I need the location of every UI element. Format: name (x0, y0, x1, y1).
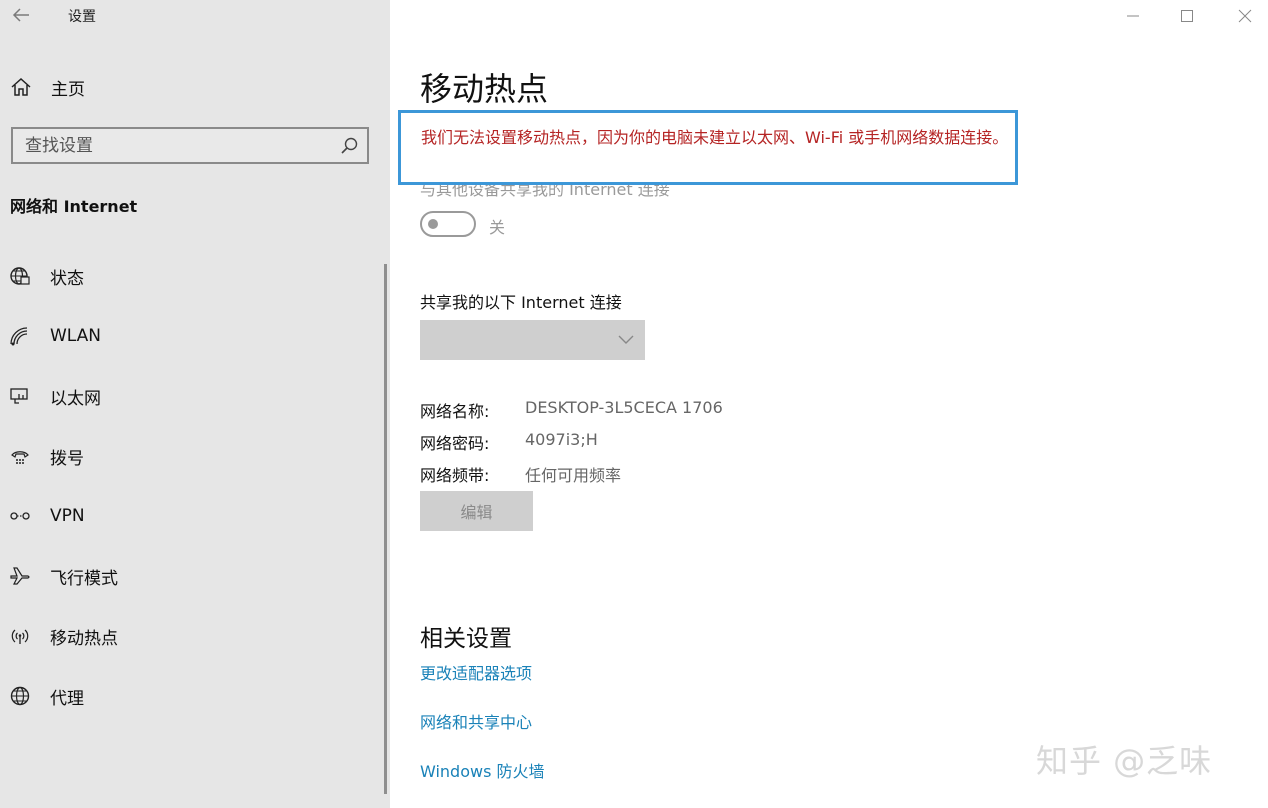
sidebar-item-mobile-hotspot[interactable]: 移动热点 (0, 606, 384, 666)
ethernet-icon (9, 385, 31, 407)
network-sharing-center-link[interactable]: 网络和共享中心 (420, 709, 532, 733)
edit-button[interactable]: 编辑 (420, 491, 533, 531)
related-settings-title: 相关设置 (420, 626, 512, 652)
airplane-icon (9, 565, 31, 587)
watermark: 知乎 @乏味 (1036, 742, 1213, 780)
error-message: 我们无法设置移动热点，因为你的电脑未建立以太网、Wi-Fi 或手机网络数据连接。 (421, 128, 1009, 147)
sidebar-item-ethernet[interactable]: 以太网 (0, 366, 384, 426)
network-name-value: DESKTOP-3L5CECA 1706 (525, 398, 723, 417)
sidebar-item-label: 以太网 (50, 388, 101, 409)
adapter-options-link[interactable]: 更改适配器选项 (420, 660, 532, 684)
sidebar-item-label: 代理 (50, 688, 84, 709)
sidebar-item-label: 飞行模式 (50, 568, 118, 589)
share-from-label: 共享我的以下 Internet 连接 (420, 293, 622, 312)
minimize-icon (1127, 15, 1139, 17)
minimize-button[interactable] (1118, 4, 1148, 28)
close-icon (1238, 9, 1252, 23)
search-box[interactable] (11, 127, 369, 164)
page-title: 移动热点 (420, 70, 549, 108)
search-input[interactable] (25, 135, 325, 157)
dialup-icon (9, 445, 31, 467)
sidebar-item-label: 状态 (50, 268, 84, 289)
hotspot-icon (9, 625, 31, 647)
home-label: 主页 (51, 79, 85, 100)
sidebar-item-proxy[interactable]: 代理 (0, 666, 384, 726)
hotspot-toggle[interactable] (420, 211, 476, 237)
sidebar-item-label: WLAN (50, 326, 102, 346)
close-button[interactable] (1230, 4, 1260, 28)
search-icon[interactable] (339, 136, 359, 156)
sidebar-item-vpn[interactable]: VPN (0, 486, 384, 546)
toggle-knob (428, 219, 438, 229)
main-panel: 移动热点 与其他设备共享我的 Internet 连接 我们无法设置移动热点，因为… (390, 0, 1268, 808)
sidebar-home[interactable]: 主页 (10, 74, 85, 100)
network-password-key: 网络密码: (420, 434, 490, 453)
sidebar-item-dialup[interactable]: 拨号 (0, 426, 384, 486)
toggle-state-label: 关 (489, 218, 506, 237)
maximize-icon (1181, 10, 1193, 22)
error-highlight-box: 我们无法设置移动热点，因为你的电脑未建立以太网、Wi-Fi 或手机网络数据连接。 (398, 110, 1018, 185)
sidebar-item-label: VPN (50, 506, 85, 526)
sidebar: 设置 主页 网络和 Internet 状态 WLAN (0, 0, 390, 808)
sidebar-item-status[interactable]: 状态 (0, 246, 384, 306)
sidebar-item-label: 移动热点 (50, 628, 118, 649)
share-from-dropdown[interactable] (420, 320, 645, 360)
maximize-button[interactable] (1172, 4, 1202, 28)
title-bar: 设置 (0, 0, 390, 32)
globe-proxy-icon (9, 685, 31, 707)
sidebar-item-airplane-mode[interactable]: 飞行模式 (0, 546, 384, 606)
network-band-key: 网络频带: (420, 466, 490, 485)
network-name-key: 网络名称: (420, 402, 490, 421)
app-title: 设置 (68, 9, 96, 25)
network-password-value: 4097i3;H (525, 430, 598, 449)
back-arrow-icon (12, 8, 29, 22)
sidebar-item-label: 拨号 (50, 448, 84, 469)
section-title: 网络和 Internet (10, 197, 138, 216)
wifi-icon (9, 325, 31, 347)
sidebar-item-wlan[interactable]: WLAN (0, 306, 384, 366)
chevron-down-icon (618, 335, 634, 344)
network-band-value: 任何可用频率 (525, 466, 622, 485)
vpn-icon (9, 505, 31, 527)
sidebar-scrollbar[interactable] (384, 264, 387, 794)
back-button[interactable] (8, 3, 34, 27)
home-icon (11, 77, 31, 96)
globe-status-icon (9, 265, 31, 287)
windows-firewall-link[interactable]: Windows 防火墙 (420, 758, 545, 782)
